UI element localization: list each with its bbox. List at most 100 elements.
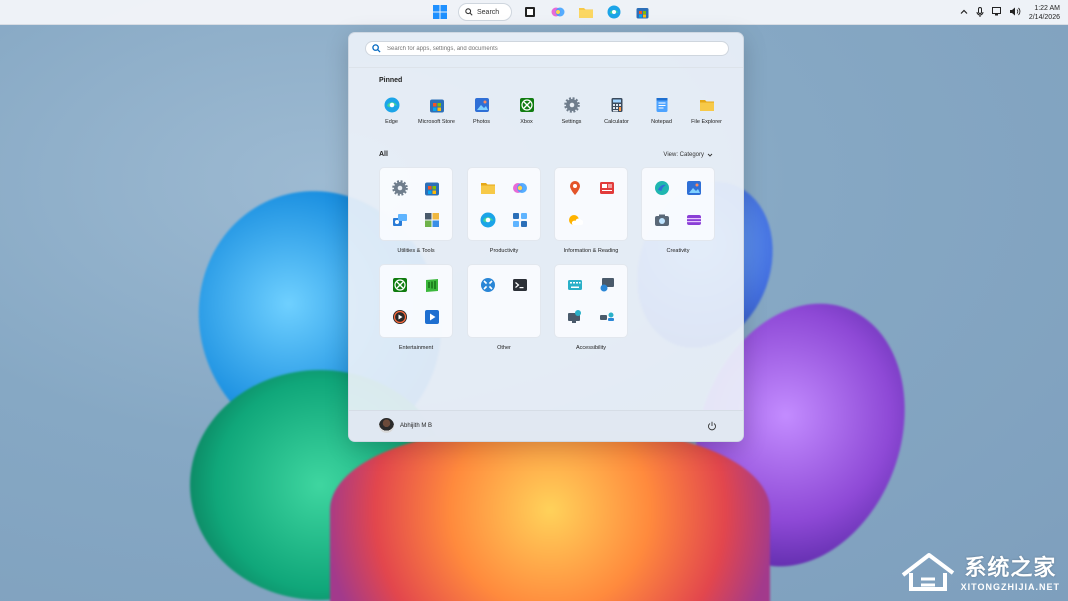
app-folder-icon <box>513 213 527 227</box>
edge-icon <box>480 212 496 228</box>
camera-icon <box>655 214 669 226</box>
start-search-box[interactable] <box>365 41 729 56</box>
category-tile[interactable] <box>467 264 541 338</box>
category-label: Creativity <box>666 248 690 254</box>
category-tile[interactable] <box>554 264 628 338</box>
control-panel-icon <box>425 213 439 227</box>
taskbar-search-button[interactable]: Search <box>458 3 512 21</box>
taskbar-clock[interactable]: 1:22 AM 2/14/2026 <box>1029 4 1060 22</box>
category-label: Other <box>497 345 511 351</box>
start-menu: Pinned Edge Microsoft Store Photos Xbox … <box>348 32 744 442</box>
watermark-cn: 系统之家 <box>964 555 1057 580</box>
weather-icon <box>569 215 583 225</box>
taskbar-store-button[interactable] <box>632 2 652 22</box>
pinned-app-edge[interactable]: Edge <box>369 97 414 125</box>
power-icon[interactable] <box>707 421 717 431</box>
category-information-reading[interactable]: Information & Reading <box>554 167 628 254</box>
task-view-icon <box>525 7 535 17</box>
movies-tv-icon <box>425 310 439 324</box>
edge-icon <box>384 97 399 113</box>
user-name: Abhijith M B <box>400 422 433 429</box>
category-label: Productivity <box>489 248 519 254</box>
xbox-icon <box>519 98 534 112</box>
clock-time: 1:22 AM <box>1034 4 1060 12</box>
maps-icon <box>570 181 580 195</box>
category-tile[interactable] <box>379 167 453 241</box>
house-logo-icon <box>901 553 954 591</box>
user-account-button[interactable]: Abhijith M B <box>379 418 432 433</box>
pinned-app-calculator[interactable]: Calculator <box>594 97 639 125</box>
pinned-app-label: Notepad <box>651 119 672 125</box>
watermark-en: XITONGZHIJIA.NET <box>960 582 1060 592</box>
category-creativity[interactable]: Creativity <box>641 167 715 254</box>
copilot-icon <box>513 183 527 193</box>
remote-desktop-icon <box>481 278 495 292</box>
start-search-input[interactable] <box>387 45 717 52</box>
taskbar-file-explorer-button[interactable] <box>576 2 596 22</box>
site-watermark: 系统之家 XITONGZHIJIA.NET <box>899 549 1060 593</box>
windows-logo-icon <box>433 5 447 19</box>
folder-icon <box>481 183 495 194</box>
folder-icon <box>699 100 714 111</box>
search-icon <box>372 44 381 53</box>
category-tile[interactable] <box>641 167 715 241</box>
clipchamp-icon <box>655 181 669 195</box>
category-tile[interactable] <box>379 264 453 338</box>
category-accessibility[interactable]: Accessibility <box>554 264 628 351</box>
system-tray: 1:22 AM 2/14/2026 <box>960 0 1060 25</box>
category-utilities-tools[interactable]: Utilities & Tools <box>379 167 453 254</box>
terminal-icon <box>513 279 527 291</box>
category-label: Utilities & Tools <box>397 248 435 254</box>
microphone-icon[interactable] <box>976 6 984 19</box>
pinned-app-microsoft-store[interactable]: Microsoft Store <box>414 97 459 125</box>
pinned-app-file-explorer[interactable]: File Explorer <box>684 97 729 125</box>
chevron-down-icon <box>707 153 713 157</box>
news-icon <box>600 182 614 194</box>
store-icon <box>636 7 648 18</box>
pinned-app-notepad[interactable]: Notepad <box>639 97 684 125</box>
on-screen-keyboard-icon <box>568 280 582 290</box>
folder-icon <box>579 8 593 18</box>
volume-icon[interactable] <box>1009 7 1021 18</box>
photos-icon <box>687 181 701 195</box>
category-productivity[interactable]: Productivity <box>467 167 541 254</box>
media-player-icon <box>393 310 407 324</box>
calculator-icon <box>611 98 622 112</box>
start-button[interactable] <box>430 2 450 22</box>
pinned-app-label: Settings <box>561 119 582 125</box>
pinned-app-photos[interactable]: Photos <box>459 97 504 125</box>
category-tile[interactable] <box>467 167 541 241</box>
pinned-app-label: Photos <box>472 119 491 125</box>
speech-icon <box>600 312 614 321</box>
category-label: Information & Reading <box>563 248 619 254</box>
quick-assist-icon <box>393 214 407 226</box>
photos-icon <box>474 98 489 112</box>
magnifier-icon <box>568 310 581 323</box>
category-label: Entertainment <box>398 345 434 351</box>
category-other[interactable]: Other <box>467 264 541 351</box>
taskbar-search-label: Search <box>477 8 500 16</box>
edge-icon <box>607 5 621 19</box>
task-view-button[interactable] <box>520 2 540 22</box>
taskbar-edge-button[interactable] <box>604 2 624 22</box>
gear-icon <box>392 180 408 196</box>
pinned-app-label: File Explorer <box>691 119 722 125</box>
category-entertainment[interactable]: Entertainment <box>379 264 453 351</box>
pinned-app-label: Calculator <box>604 119 629 125</box>
taskbar: Search 1:22 AM 2/14/2026 <box>0 0 1068 25</box>
view-category-dropdown[interactable]: View: Category <box>663 152 713 158</box>
category-label: Accessibility <box>576 345 606 351</box>
pinned-app-label: Xbox <box>520 119 533 125</box>
wallpaper-petal-orange <box>330 430 770 601</box>
category-tile[interactable] <box>554 167 628 241</box>
chevron-up-icon[interactable] <box>960 8 968 18</box>
taskbar-copilot-button[interactable] <box>548 2 568 22</box>
game-bar-icon <box>426 279 438 292</box>
view-category-label: View: Category <box>663 152 704 158</box>
search-divider <box>349 67 743 68</box>
pinned-app-xbox[interactable]: Xbox <box>504 97 549 125</box>
network-icon[interactable] <box>991 7 1002 18</box>
pinned-title: Pinned <box>379 77 403 84</box>
pinned-apps: Edge Microsoft Store Photos Xbox Setting… <box>369 97 729 125</box>
pinned-app-settings[interactable]: Settings <box>549 97 594 125</box>
